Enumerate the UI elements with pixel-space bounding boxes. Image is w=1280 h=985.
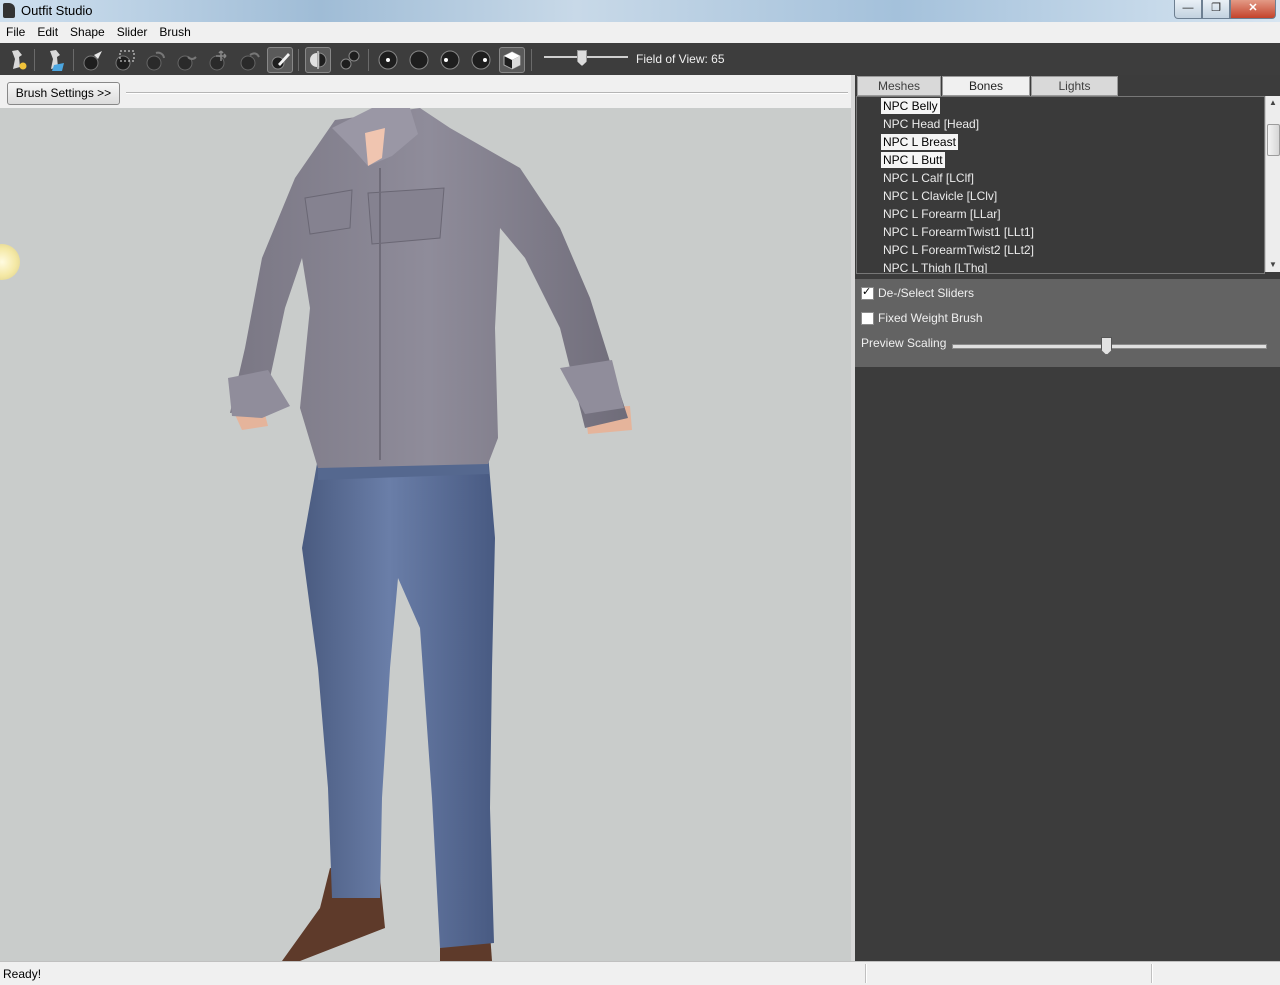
divider bbox=[126, 92, 848, 94]
tab-lights[interactable]: Lights bbox=[1031, 76, 1118, 96]
close-button[interactable]: ✕ bbox=[1230, 0, 1276, 19]
menu-slider[interactable]: Slider bbox=[111, 22, 154, 42]
inflate-brush-icon[interactable] bbox=[143, 47, 169, 73]
smooth-brush-icon[interactable] bbox=[237, 47, 263, 73]
move-brush-icon[interactable] bbox=[206, 47, 232, 73]
brush-size-2-icon[interactable] bbox=[406, 47, 432, 73]
list-item[interactable]: NPC L Clavicle [LClv] bbox=[881, 188, 999, 204]
fixed-weight-brush-label: Fixed Weight Brush bbox=[878, 311, 983, 325]
deflate-brush-icon[interactable] bbox=[174, 47, 200, 73]
menu-shape[interactable]: Shape bbox=[64, 22, 111, 42]
scroll-thumb[interactable] bbox=[1267, 124, 1280, 156]
select-brush-icon[interactable] bbox=[80, 47, 106, 73]
list-item[interactable]: NPC L Thigh [LThg] bbox=[881, 260, 990, 273]
brush-size-3-icon[interactable] bbox=[437, 47, 463, 73]
window-title: Outfit Studio bbox=[21, 3, 93, 18]
cube-view-icon[interactable] bbox=[499, 47, 525, 73]
app-icon bbox=[3, 3, 15, 18]
title-bar: Outfit Studio — ❐ ✕ bbox=[0, 0, 1280, 23]
load-project-icon[interactable] bbox=[42, 47, 68, 73]
menu-brush[interactable]: Brush bbox=[153, 22, 196, 42]
fov-label: Field of View: 65 bbox=[636, 52, 725, 66]
brush-size-1-icon[interactable] bbox=[375, 47, 401, 73]
list-item[interactable]: NPC L Calf [LClf] bbox=[881, 170, 976, 186]
minimize-button[interactable]: — bbox=[1174, 0, 1202, 19]
list-item[interactable]: NPC L Forearm [LLar] bbox=[881, 206, 1003, 222]
list-item[interactable]: NPC L ForearmTwist2 [LLt2] bbox=[881, 242, 1036, 258]
brush-settings-button[interactable]: Brush Settings >> bbox=[7, 82, 120, 105]
bone-list: NPC Belly NPC Head [Head] NPC L Breast N… bbox=[856, 96, 1265, 274]
status-divider bbox=[1151, 964, 1153, 983]
status-divider bbox=[865, 964, 867, 983]
list-item[interactable]: NPC L ForearmTwist1 [LLt1] bbox=[881, 224, 1036, 240]
new-project-icon[interactable] bbox=[4, 47, 30, 73]
tab-bones[interactable]: Bones bbox=[942, 76, 1030, 96]
weight-brush-icon[interactable] bbox=[267, 47, 293, 73]
3d-viewport[interactable] bbox=[0, 108, 851, 961]
menu-file[interactable]: File bbox=[0, 22, 31, 42]
list-item[interactable]: NPC Belly bbox=[881, 98, 940, 114]
fixed-weight-brush-checkbox[interactable] bbox=[861, 311, 874, 325]
x-mirror-icon[interactable] bbox=[305, 47, 331, 73]
bone-options: De-/Select Sliders Fixed Weight Brush Pr… bbox=[855, 279, 1280, 367]
deselect-sliders-label: De-/Select Sliders bbox=[878, 286, 975, 300]
preview-scaling-label: Preview Scaling bbox=[861, 336, 947, 350]
brush-size-4-icon[interactable] bbox=[468, 47, 494, 73]
list-item[interactable]: NPC L Breast bbox=[881, 134, 958, 150]
tab-meshes[interactable]: Meshes bbox=[857, 76, 941, 96]
right-panel: Meshes Bones Lights NPC Belly NPC Head [… bbox=[855, 75, 1280, 961]
connected-only-icon[interactable] bbox=[337, 47, 363, 73]
brush-settings-bar: Brush Settings >> bbox=[0, 77, 851, 108]
deselect-sliders-checkbox[interactable] bbox=[861, 285, 874, 300]
menu-bar: File Edit Shape Slider Brush bbox=[0, 22, 1280, 42]
outfit-model bbox=[228, 108, 632, 961]
status-text: Ready! bbox=[3, 967, 42, 981]
status-bar: Ready! bbox=[0, 961, 1280, 985]
deselect-sliders-row[interactable]: De-/Select Sliders bbox=[861, 284, 974, 302]
preview-scaling-thumb[interactable] bbox=[1101, 337, 1112, 355]
scroll-down-icon[interactable]: ▼ bbox=[1266, 258, 1280, 272]
restore-button[interactable]: ❐ bbox=[1202, 0, 1230, 19]
scroll-up-icon[interactable]: ▲ bbox=[1266, 96, 1280, 110]
bone-list-scrollbar[interactable]: ▲ ▼ bbox=[1265, 96, 1280, 272]
menu-edit[interactable]: Edit bbox=[31, 22, 64, 42]
list-item[interactable]: NPC Head [Head] bbox=[881, 116, 981, 132]
tab-bar: Meshes Bones Lights bbox=[855, 75, 1280, 96]
list-item[interactable]: NPC L Butt bbox=[881, 152, 945, 168]
fixed-weight-brush-row[interactable]: Fixed Weight Brush bbox=[861, 309, 983, 327]
mask-brush-icon[interactable] bbox=[112, 47, 138, 73]
